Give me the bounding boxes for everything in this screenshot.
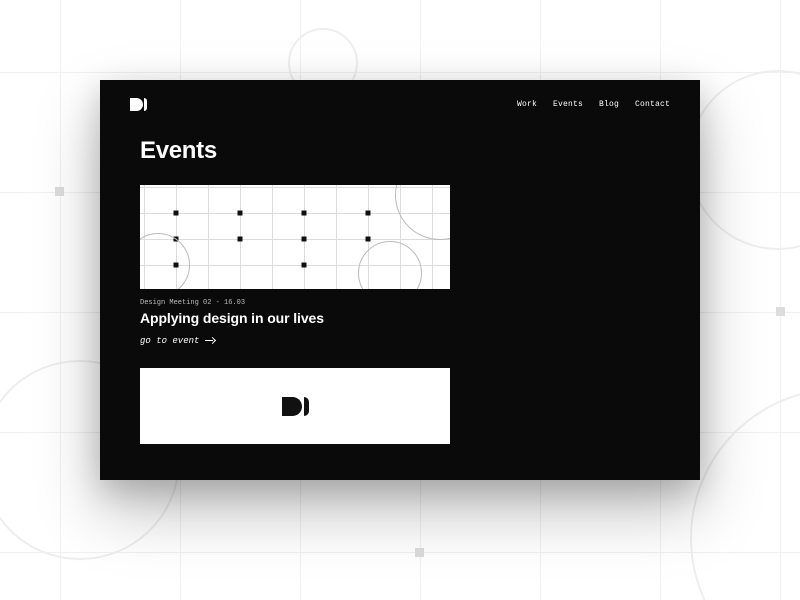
deco-square [776, 307, 785, 316]
event-meta: Design Meeting 02 - 16.03 [140, 299, 450, 307]
go-to-event-link[interactable]: go to event [140, 336, 215, 346]
deco-square [55, 187, 64, 196]
nav-contact[interactable]: Contact [635, 100, 670, 109]
logo-arc-icon [144, 98, 147, 111]
logo-d-icon [130, 98, 143, 111]
nav-work[interactable]: Work [517, 100, 537, 109]
cta-label: go to event [140, 336, 199, 346]
site-header: Work Events Blog Contact [100, 80, 700, 111]
logo[interactable] [130, 98, 147, 111]
card-grid [140, 185, 450, 289]
nav: Work Events Blog Contact [517, 100, 670, 109]
nav-events[interactable]: Events [553, 100, 583, 109]
event-card-illustration[interactable] [140, 185, 450, 289]
event-title: Applying design in our lives [140, 310, 450, 326]
page-title: Events [100, 111, 700, 179]
event-card-logo[interactable] [140, 368, 450, 444]
site-window: Work Events Blog Contact Events [100, 80, 700, 480]
event-item: Design Meeting 02 - 16.03 Applying desig… [140, 185, 450, 444]
arrow-right-icon [205, 338, 215, 344]
logo-dark-icon [282, 397, 309, 416]
deco-square [415, 548, 424, 557]
nav-blog[interactable]: Blog [599, 100, 619, 109]
